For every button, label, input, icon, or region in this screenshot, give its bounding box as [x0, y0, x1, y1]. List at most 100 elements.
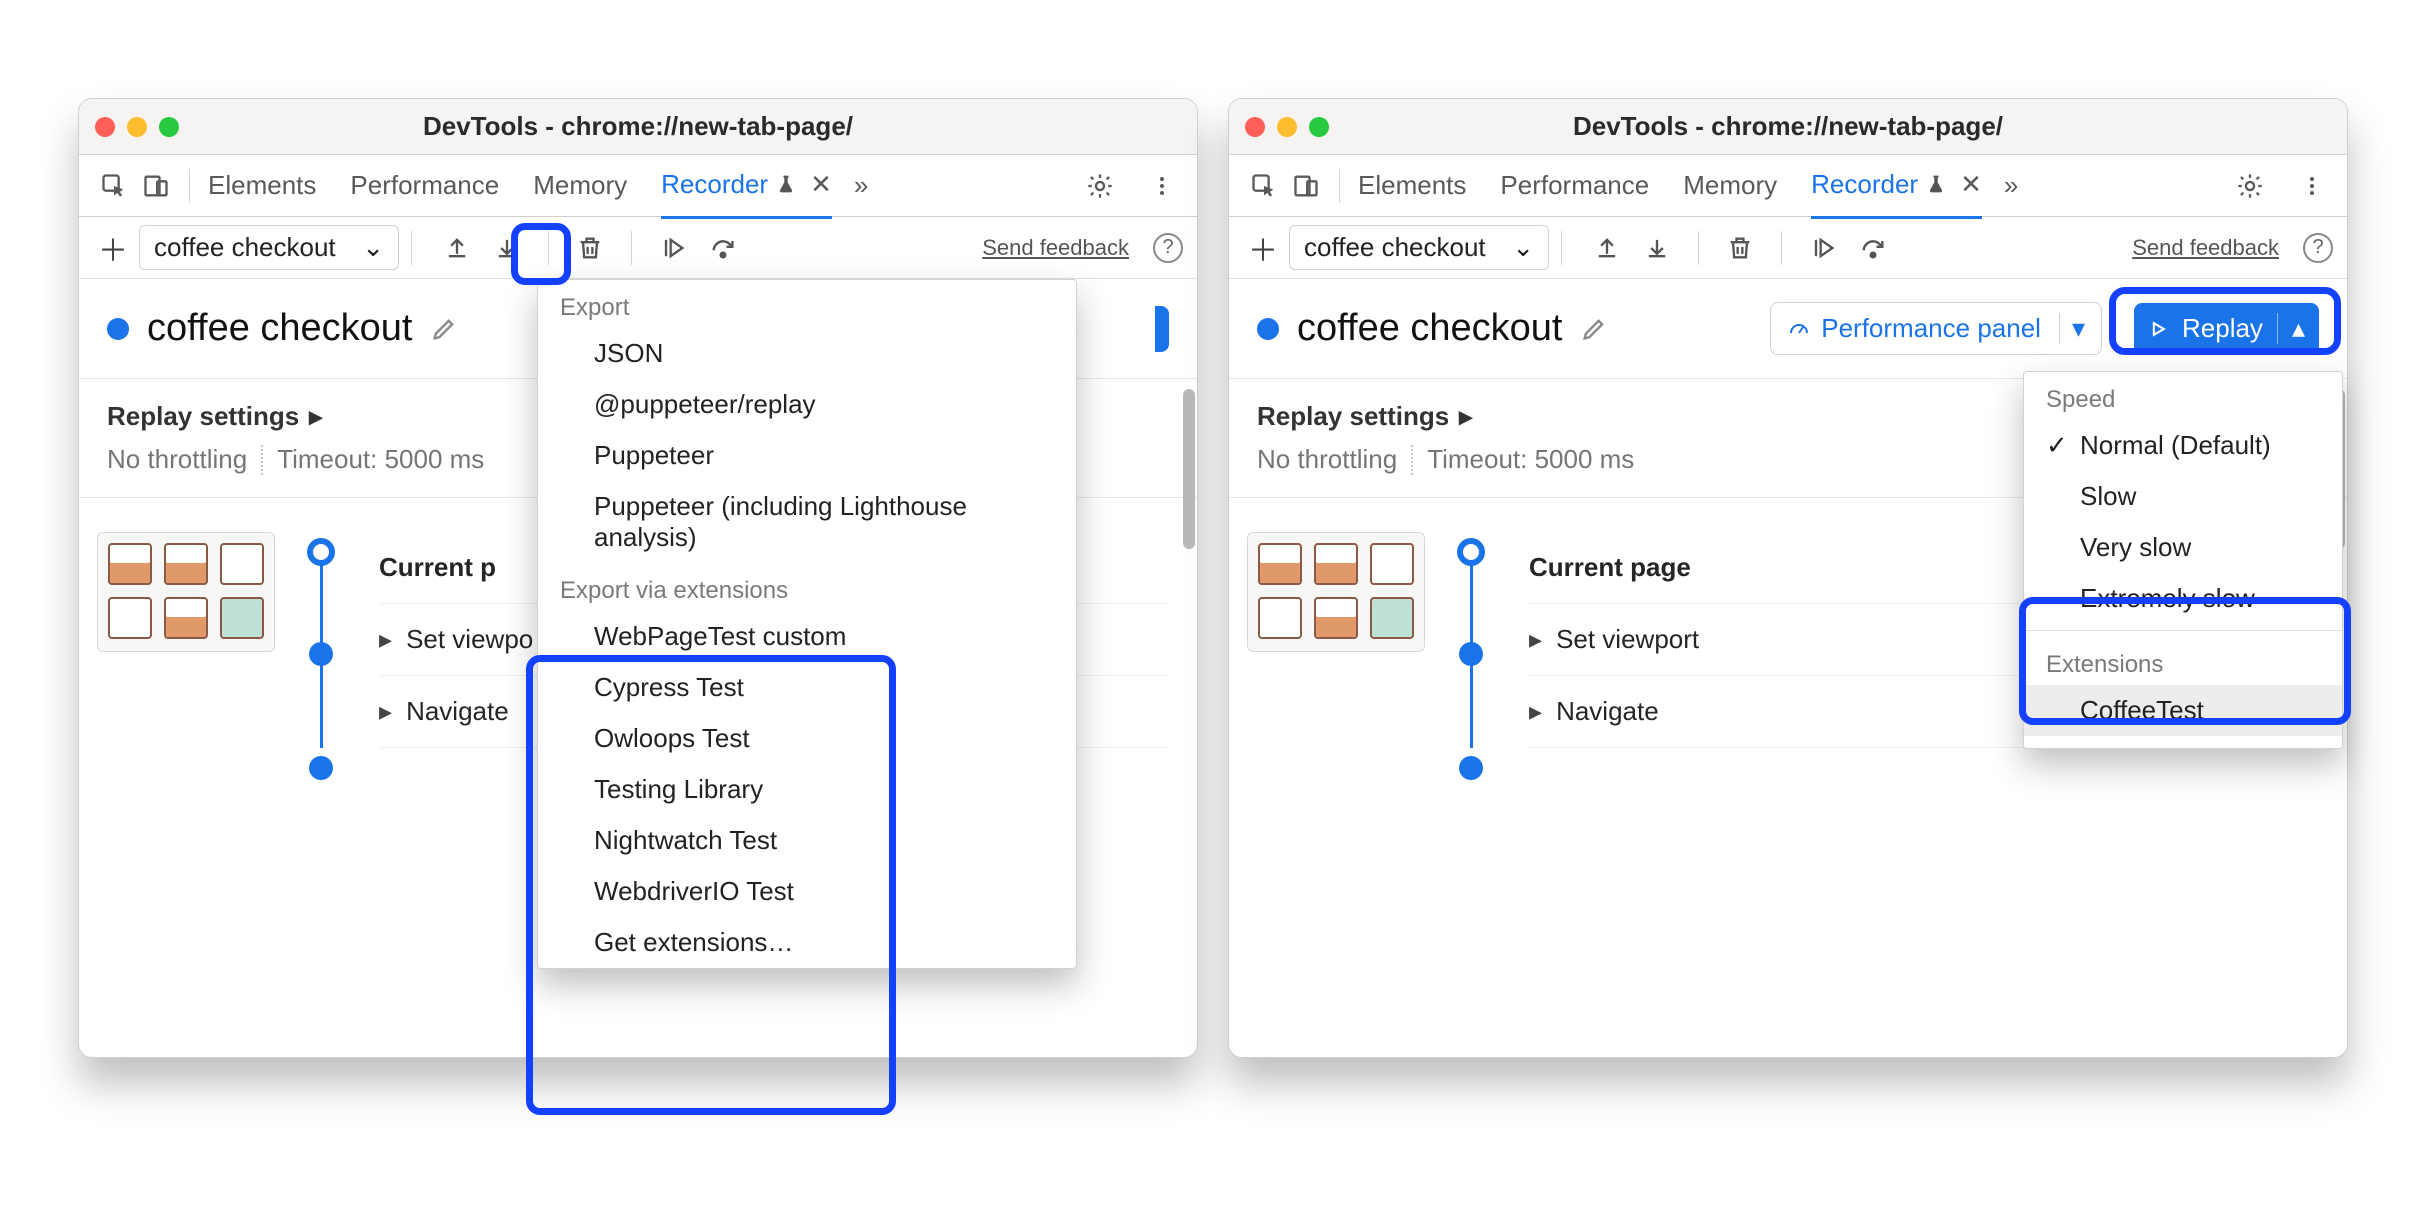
timeline [309, 532, 333, 748]
play-icon [2148, 319, 2168, 339]
tab-elements[interactable]: Elements [1358, 154, 1466, 217]
kebab-menu-icon[interactable] [2291, 165, 2333, 207]
timeline [1459, 532, 1483, 748]
check-icon: ✓ [2046, 430, 2068, 461]
page-thumbnail [97, 532, 275, 652]
throttling-value: No throttling [1257, 444, 1397, 475]
device-toolbar-icon[interactable] [1285, 165, 1327, 207]
export-cypress[interactable]: Cypress Test [538, 662, 1076, 713]
chevron-right-icon: ▸ [309, 401, 322, 432]
chevron-down-icon[interactable]: ▾ [2059, 313, 2085, 344]
export-puppeteer-lighthouse[interactable]: Puppeteer (including Lighthouse analysis… [538, 481, 1076, 563]
export-puppeteer[interactable]: Puppeteer [538, 430, 1076, 481]
step-label: Current page [1529, 552, 1691, 583]
device-toolbar-icon[interactable] [135, 165, 177, 207]
export-button[interactable] [486, 227, 528, 269]
step-label: Navigate [1556, 696, 1659, 727]
speed-slow[interactable]: Slow [2024, 471, 2342, 522]
performance-panel-button[interactable]: Performance panel ▾ [1770, 302, 2102, 355]
divider [1698, 231, 1699, 265]
export-webpagetest[interactable]: WebPageTest custom [538, 611, 1076, 662]
replay-speed-menu: Speed ✓ Normal (Default) Slow Very slow … [2023, 371, 2343, 749]
export-puppeteer-replay[interactable]: @puppeteer/replay [538, 379, 1076, 430]
speed-normal-label: Normal (Default) [2080, 430, 2271, 460]
send-feedback-link[interactable]: Send feedback [982, 235, 1129, 261]
speed-very-slow[interactable]: Very slow [2024, 522, 2342, 573]
recording-status-dot [1257, 318, 1279, 340]
chevron-down-icon: ⌄ [1512, 232, 1534, 263]
replay-settings-label[interactable]: Replay settings [107, 401, 299, 432]
export-webdriverio[interactable]: WebdriverIO Test [538, 866, 1076, 917]
replay-button-edge[interactable] [1155, 306, 1169, 352]
tab-recorder[interactable]: Recorder ✕ [1811, 153, 1982, 219]
inspect-element-icon[interactable] [93, 165, 135, 207]
recording-selector[interactable]: coffee checkout ⌄ [139, 225, 399, 270]
delete-button[interactable] [569, 227, 611, 269]
import-button[interactable] [1586, 227, 1628, 269]
replay-button[interactable]: Replay ▴ [2134, 303, 2319, 354]
flask-icon [1926, 174, 1946, 194]
recording-selector-value: coffee checkout [154, 232, 336, 263]
continue-button[interactable] [1802, 227, 1844, 269]
chevron-up-icon[interactable]: ▴ [2277, 313, 2305, 344]
import-button[interactable] [436, 227, 478, 269]
inspect-element-icon[interactable] [1243, 165, 1285, 207]
export-owloops[interactable]: Owloops Test [538, 713, 1076, 764]
replay-extension-coffeetest[interactable]: CoffeeTest [2024, 685, 2342, 736]
kebab-menu-icon[interactable] [1141, 165, 1183, 207]
divider [1339, 169, 1340, 203]
step-over-button[interactable] [702, 227, 744, 269]
help-icon[interactable]: ? [1153, 233, 1183, 263]
more-tabs-icon[interactable]: » [2004, 170, 2018, 201]
export-testing-library[interactable]: Testing Library [538, 764, 1076, 815]
close-icon[interactable]: ✕ [810, 169, 832, 200]
speed-extremely-slow[interactable]: Extremely slow [2024, 573, 2342, 624]
tab-elements[interactable]: Elements [208, 154, 316, 217]
step-label: Set viewpo [406, 624, 533, 655]
window-title: DevTools - chrome://new-tab-page/ [79, 111, 1197, 142]
recording-selector[interactable]: coffee checkout ⌄ [1289, 225, 1549, 270]
tab-performance[interactable]: Performance [1500, 154, 1649, 217]
performance-panel-label: Performance panel [1821, 313, 2041, 344]
tab-performance[interactable]: Performance [350, 154, 499, 217]
close-icon[interactable]: ✕ [1960, 169, 1982, 200]
delete-button[interactable] [1719, 227, 1761, 269]
settings-gear-icon[interactable] [1079, 165, 1121, 207]
chevron-right-icon: ▸ [1529, 696, 1542, 727]
edit-name-icon[interactable] [1580, 315, 1608, 343]
export-json[interactable]: JSON [538, 328, 1076, 379]
step-label: Current p [379, 552, 496, 583]
tab-memory[interactable]: Memory [1683, 154, 1777, 217]
replay-settings-label[interactable]: Replay settings [1257, 401, 1449, 432]
continue-button[interactable] [652, 227, 694, 269]
chevron-right-icon: ▸ [1529, 624, 1542, 655]
settings-gear-icon[interactable] [2229, 165, 2271, 207]
edit-name-icon[interactable] [430, 315, 458, 343]
tab-recorder[interactable]: Recorder ✕ [661, 153, 832, 219]
gauge-icon [1787, 317, 1811, 341]
chevron-right-icon: ▸ [1459, 401, 1472, 432]
help-icon[interactable]: ? [2303, 233, 2333, 263]
step-label: Set viewport [1556, 624, 1699, 655]
scrollbar[interactable] [1183, 389, 1195, 549]
chevron-right-icon: ▸ [379, 624, 392, 655]
speed-normal[interactable]: ✓ Normal (Default) [2024, 420, 2342, 471]
timeout-value: Timeout: 5000 ms [277, 444, 484, 475]
divider [548, 231, 549, 265]
step-over-button[interactable] [1852, 227, 1894, 269]
timeout-value: Timeout: 5000 ms [1427, 444, 1634, 475]
new-recording-button[interactable]: ＋ [1243, 226, 1283, 270]
divider [1561, 231, 1562, 265]
export-get-extensions[interactable]: Get extensions… [538, 917, 1076, 968]
export-button[interactable] [1636, 227, 1678, 269]
throttling-value: No throttling [107, 444, 247, 475]
send-feedback-link[interactable]: Send feedback [2132, 235, 2279, 261]
new-recording-button[interactable]: ＋ [93, 226, 133, 270]
chevron-right-icon: ▸ [379, 696, 392, 727]
tab-memory[interactable]: Memory [533, 154, 627, 217]
divider [1781, 231, 1782, 265]
recording-selector-value: coffee checkout [1304, 232, 1486, 263]
more-tabs-icon[interactable]: » [854, 170, 868, 201]
export-nightwatch[interactable]: Nightwatch Test [538, 815, 1076, 866]
extensions-section-label: Extensions [2024, 637, 2342, 685]
